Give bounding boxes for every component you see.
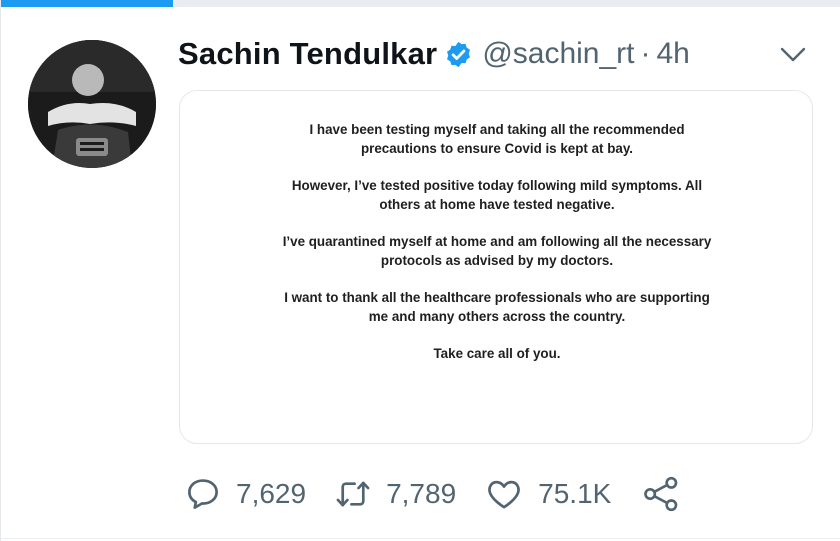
- tweet-screen: Sachin Tendulkar @sachin_rt · 4h I have …: [0, 0, 840, 541]
- share-icon: [641, 474, 681, 514]
- display-name[interactable]: Sachin Tendulkar: [178, 36, 437, 72]
- verified-badge-icon: [444, 40, 473, 69]
- progress-bar: [1, 0, 840, 7]
- reply-button[interactable]: 7,629: [184, 475, 306, 513]
- statement-paragraph: However, I’ve tested positive today foll…: [291, 178, 703, 212]
- statement-paragraph: Take care all of you.: [433, 346, 561, 361]
- avatar-photo: [28, 40, 156, 168]
- retweet-icon: [334, 475, 372, 513]
- like-button[interactable]: 75.1K: [484, 475, 611, 513]
- reply-count: 7,629: [236, 478, 307, 509]
- progress-fill: [1, 0, 174, 7]
- heart-icon: [484, 475, 524, 513]
- tweet-image-card[interactable]: I have been testing myself and taking al…: [179, 90, 813, 444]
- like-count: 75.1K: [538, 478, 612, 509]
- statement-paragraph: I want to thank all the healthcare profe…: [284, 290, 710, 324]
- statement-paragraph: I’ve quarantined myself at home and am f…: [282, 234, 712, 268]
- tweet-actions: 7,629 7,789 75.1K: [184, 472, 681, 516]
- divider: [1, 538, 840, 539]
- share-button[interactable]: [641, 474, 681, 514]
- retweet-button[interactable]: 7,789: [334, 475, 456, 513]
- tweet-header: Sachin Tendulkar @sachin_rt · 4h: [178, 32, 690, 76]
- timestamp[interactable]: 4h: [657, 37, 690, 71]
- retweet-count: 7,789: [386, 478, 457, 509]
- chevron-down-icon[interactable]: [777, 44, 809, 66]
- separator-dot: ·: [640, 37, 651, 70]
- user-handle[interactable]: @sachin_rt: [482, 37, 634, 71]
- avatar[interactable]: [28, 40, 156, 168]
- statement-text: I have been testing myself and taking al…: [280, 121, 714, 383]
- reply-icon: [184, 475, 222, 513]
- statement-paragraph: I have been testing myself and taking al…: [309, 122, 685, 156]
